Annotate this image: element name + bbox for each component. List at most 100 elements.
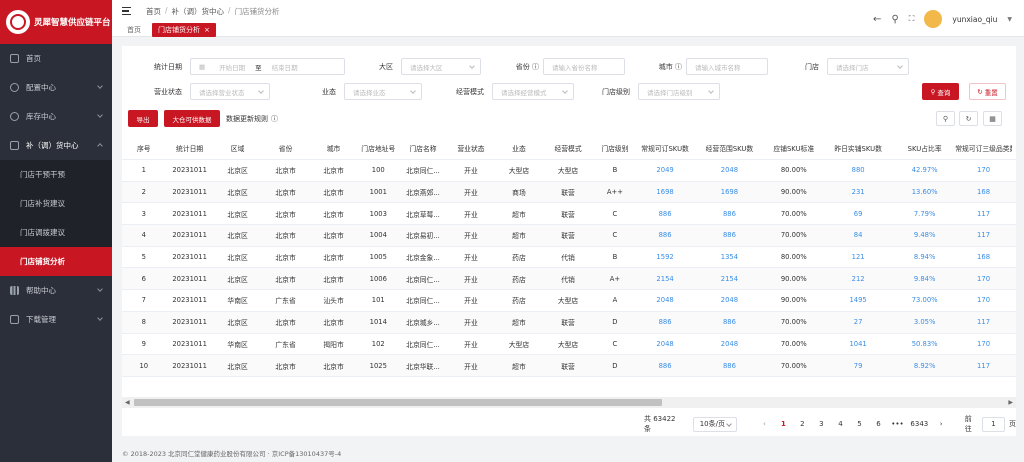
column-header[interactable]: 统计日期 xyxy=(166,143,214,153)
horizontal-scrollbar[interactable]: ◀ ▶ xyxy=(122,397,1016,408)
sidebar-subitem-transfer-advice[interactable]: 门店调拨建议 xyxy=(0,218,112,247)
column-header[interactable]: 营业状态 xyxy=(447,143,495,153)
scroll-left-icon[interactable]: ◀ xyxy=(125,399,130,406)
table-cell[interactable]: 1698 xyxy=(637,188,694,196)
column-header[interactable]: 序号 xyxy=(122,143,166,153)
table-cell[interactable]: 1041 xyxy=(822,340,894,348)
table-cell[interactable]: 1495 xyxy=(822,296,894,304)
table-cell[interactable]: 886 xyxy=(693,362,765,370)
column-header[interactable]: 常规可订SKU数 xyxy=(637,143,694,153)
format-select[interactable]: 请选择业态 xyxy=(344,83,422,100)
fullscreen-icon[interactable]: ⛶ xyxy=(909,14,915,24)
column-header[interactable]: 经营范围SKU数 xyxy=(693,143,765,153)
page-5[interactable]: 5 xyxy=(850,420,869,428)
column-header[interactable]: 门店级别 xyxy=(593,143,637,153)
table-cell[interactable]: 8.92% xyxy=(894,362,955,370)
table-cell[interactable]: 1592 xyxy=(637,253,694,261)
table-row[interactable]: 2 20231011 北京区 北京市 北京市 1001 北京燕郊... 开业 商场 联营 A++ 16… xyxy=(122,181,1016,204)
table-cell[interactable]: 1698 xyxy=(693,188,765,196)
table-cell[interactable]: 2048 xyxy=(693,166,765,174)
table-cell[interactable]: 69 xyxy=(822,210,894,218)
refresh-button[interactable]: ↻ xyxy=(959,111,978,126)
table-cell[interactable]: 117 xyxy=(955,210,1012,218)
more-pages-icon[interactable]: ••• xyxy=(888,420,907,428)
column-header[interactable]: 经营模式 xyxy=(543,143,593,153)
export-button[interactable]: 导出 xyxy=(128,110,158,127)
sidebar-item-inventory[interactable]: 库存中心 xyxy=(0,102,112,131)
table-cell[interactable]: 886 xyxy=(637,362,694,370)
table-cell[interactable]: 3.05% xyxy=(894,318,955,326)
menu-toggle-icon[interactable] xyxy=(122,7,131,15)
table-cell[interactable]: 2048 xyxy=(637,340,694,348)
column-header[interactable]: 常规可订三级品类数 xyxy=(955,143,1012,153)
sidebar-subitem-distribution-analysis[interactable]: 门店铺货分析 xyxy=(0,247,112,276)
column-header[interactable]: 门店地址号 xyxy=(358,143,399,153)
prev-page-icon[interactable]: ‹ xyxy=(755,420,774,428)
table-cell[interactable]: 170 xyxy=(955,275,1012,283)
table-cell[interactable]: 117 xyxy=(955,362,1012,370)
table-cell[interactable]: 2048 xyxy=(693,340,765,348)
table-cell[interactable]: 27 xyxy=(822,318,894,326)
date-range-picker[interactable]: ▦ 开始日期 至 结束日期 xyxy=(190,58,345,75)
column-header[interactable]: 应铺SKU标准 xyxy=(765,143,822,153)
contract-data-button[interactable]: 大仓可供数据 xyxy=(164,110,220,127)
search-toggle-button[interactable]: ⚲ xyxy=(936,111,955,126)
page-last[interactable]: 6343 xyxy=(907,420,932,428)
table-cell[interactable]: 168 xyxy=(955,253,1012,261)
table-cell[interactable]: 42.97% xyxy=(894,166,955,174)
table-row[interactable]: 7 20231011 华南区 广东省 汕头市 101 北京同仁... 开业 药店 大型店 A 2048… xyxy=(122,290,1016,312)
breadcrumb-home[interactable]: 首页 xyxy=(146,6,161,17)
column-header[interactable]: 省份 xyxy=(262,143,310,153)
back-arrow-icon[interactable]: ← xyxy=(873,14,881,25)
table-cell[interactable]: 212 xyxy=(822,275,894,283)
table-cell[interactable]: 886 xyxy=(693,318,765,326)
table-cell[interactable]: 7.79% xyxy=(894,210,955,218)
table-row[interactable]: 8 20231011 北京区 北京市 北京市 1014 北京城乡... 开业 超市 联营 D 886 8… xyxy=(122,311,1016,334)
table-cell[interactable]: 2154 xyxy=(693,275,765,283)
breadcrumb-replenish[interactable]: 补（调）货中心 xyxy=(172,6,225,17)
page-2[interactable]: 2 xyxy=(793,420,812,428)
mode-select[interactable]: 请选择经营模式 xyxy=(492,83,574,100)
table-cell[interactable]: 117 xyxy=(955,318,1012,326)
table-cell[interactable]: 2048 xyxy=(693,296,765,304)
table-cell[interactable]: 886 xyxy=(693,231,765,239)
sidebar-subitem-replenish-advice[interactable]: 门店补货建议 xyxy=(0,189,112,218)
update-rule[interactable]: 数据更新规则 ⓘ xyxy=(226,114,278,124)
tab-home[interactable]: 首页 xyxy=(124,24,144,36)
close-icon[interactable]: × xyxy=(204,26,210,34)
table-row[interactable]: 5 20231011 北京区 北京市 北京市 1005 北京金象... 开业 药店 代销 B 1592… xyxy=(122,247,1016,269)
page-6[interactable]: 6 xyxy=(869,420,888,428)
scrollbar-thumb[interactable] xyxy=(134,399,662,406)
table-cell[interactable]: 168 xyxy=(955,188,1012,196)
table-cell[interactable]: 50.83% xyxy=(894,340,955,348)
table-cell[interactable]: 121 xyxy=(822,253,894,261)
sidebar-item-help[interactable]: 帮助中心 xyxy=(0,276,112,305)
table-cell[interactable]: 231 xyxy=(822,188,894,196)
sidebar-subitem-intervention[interactable]: 门店干预干预 xyxy=(0,160,112,189)
scroll-right-icon[interactable]: ▶ xyxy=(1008,399,1013,406)
table-cell[interactable]: 9.48% xyxy=(894,231,955,239)
query-button[interactable]: ⚲ 查询 xyxy=(922,83,959,100)
table-cell[interactable]: 117 xyxy=(955,231,1012,239)
table-cell[interactable]: 170 xyxy=(955,166,1012,174)
table-cell[interactable]: 886 xyxy=(637,231,694,239)
column-header[interactable]: 城市 xyxy=(310,143,358,153)
column-header[interactable]: 门店名称 xyxy=(399,143,447,153)
page-4[interactable]: 4 xyxy=(831,420,850,428)
table-row[interactable]: 6 20231011 北京区 北京市 北京市 1006 北京同仁... 开业 药店 代销 A+ 215… xyxy=(122,268,1016,291)
level-select[interactable]: 请选择门店级别 xyxy=(638,83,720,100)
store-select[interactable]: 请选择门店 xyxy=(827,58,909,75)
column-settings-button[interactable]: ▦ xyxy=(983,111,1002,126)
table-cell[interactable]: 886 xyxy=(693,210,765,218)
page-size-select[interactable]: 10条/页 xyxy=(692,416,737,432)
sidebar-item-home[interactable]: 首页 xyxy=(0,44,112,73)
tab-distribution-analysis[interactable]: 门店铺货分析 × xyxy=(152,23,216,37)
caret-down-icon[interactable]: ▼ xyxy=(1007,16,1012,23)
table-row[interactable]: 3 20231011 北京区 北京市 北京市 1003 北京草莓... 开业 超市 联营 C 886 8… xyxy=(122,203,1016,226)
search-icon[interactable]: ⚲ xyxy=(891,14,898,25)
table-row[interactable]: 10 20231011 北京区 北京市 北京市 1025 北京华联... 开业 超市 联营 D 886… xyxy=(122,355,1016,377)
table-cell[interactable]: 170 xyxy=(955,296,1012,304)
reset-button[interactable]: ↻ 重置 xyxy=(969,83,1006,100)
table-cell[interactable]: 9.84% xyxy=(894,275,955,283)
table-cell[interactable]: 79 xyxy=(822,362,894,370)
